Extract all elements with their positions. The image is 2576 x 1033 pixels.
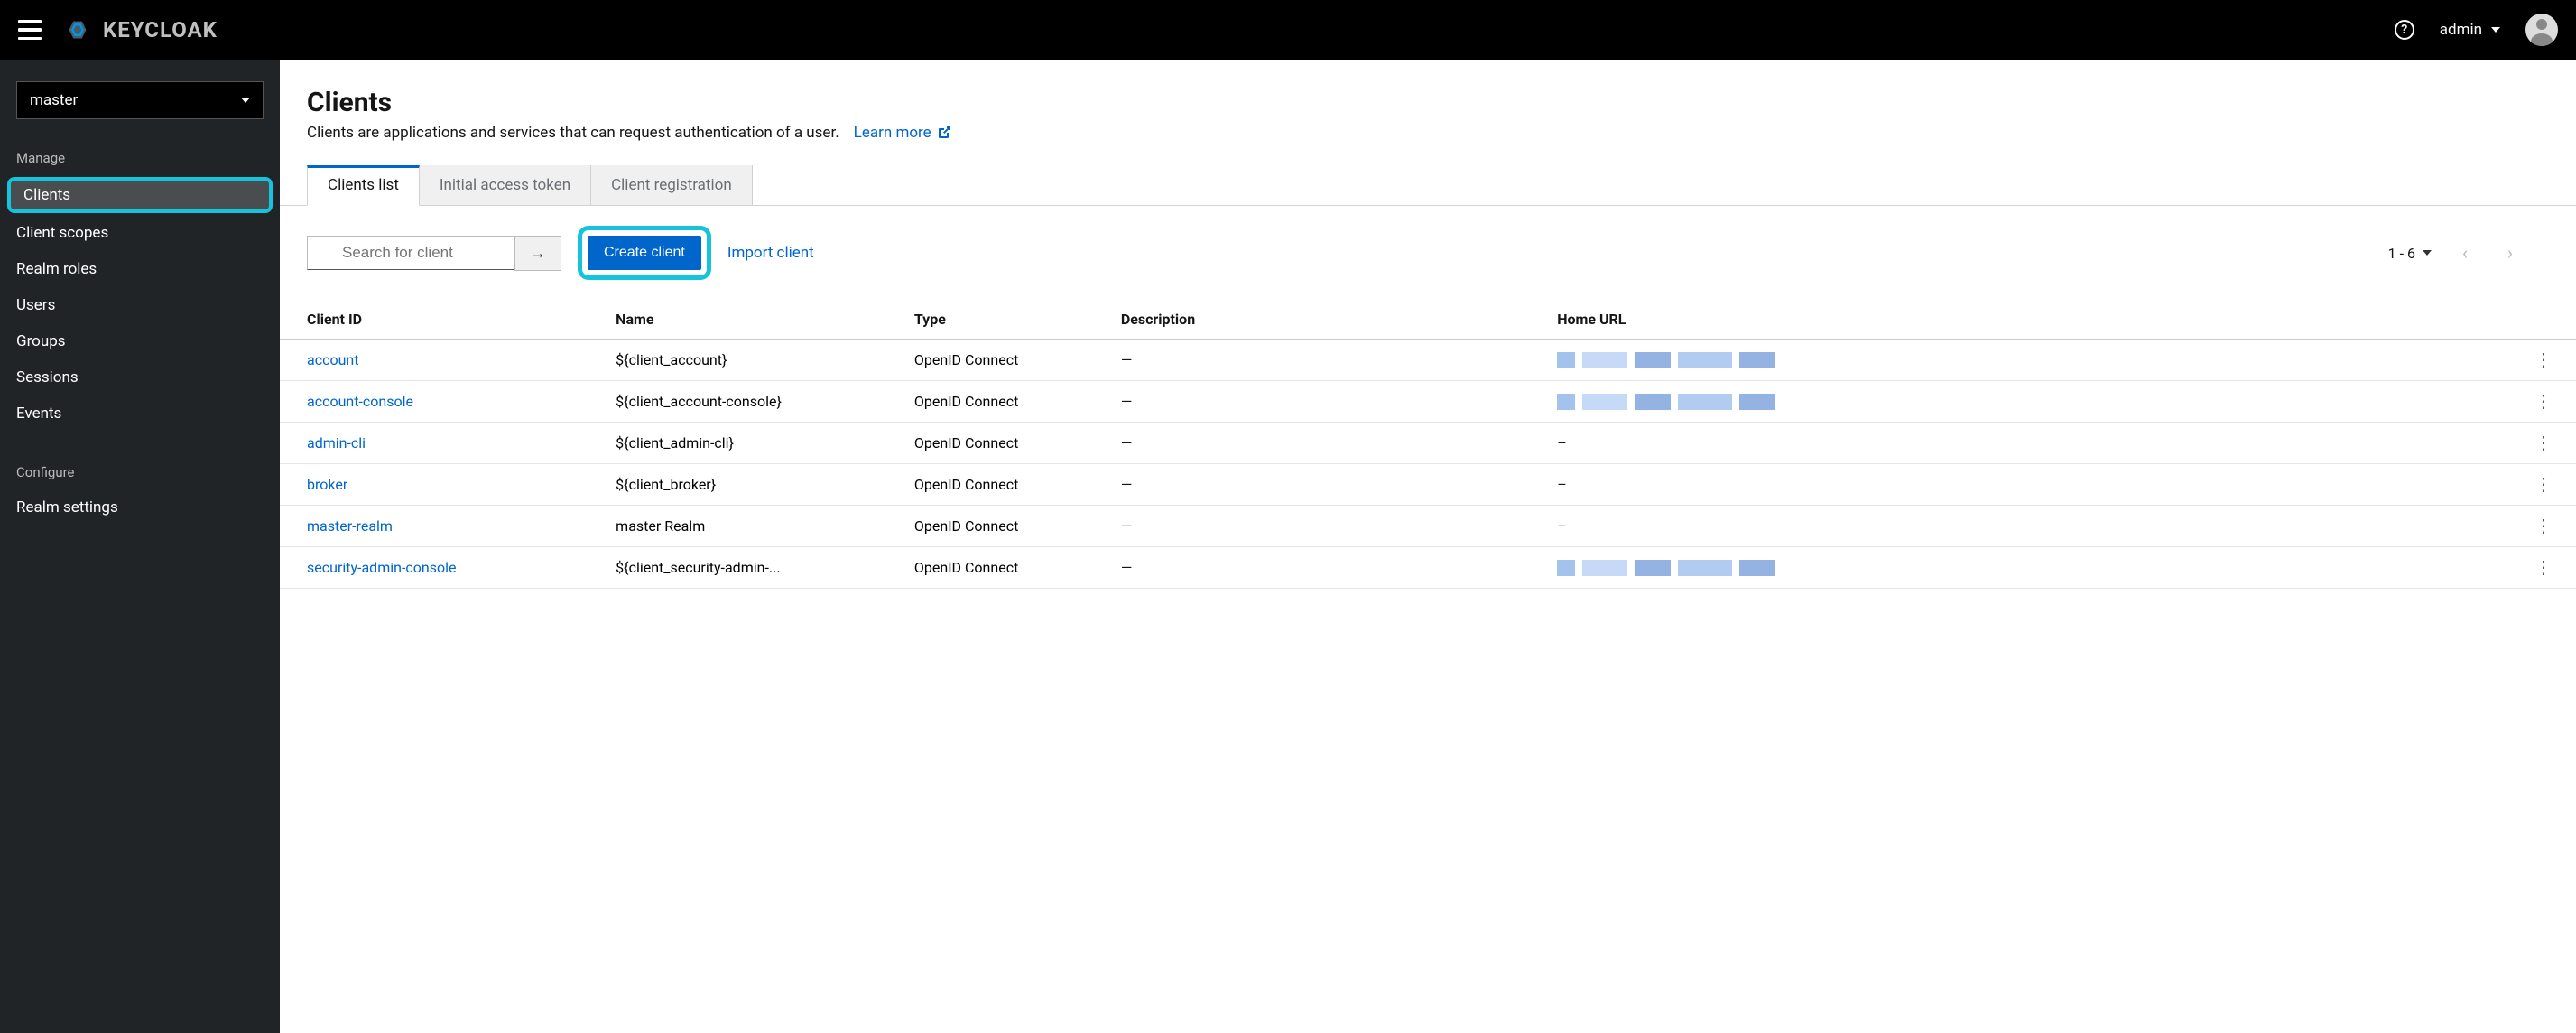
client-description: — — [1107, 423, 1543, 464]
table-row: broker ${client_broker}OpenID Connect—– ⋮ — [280, 464, 2576, 506]
create-client-button[interactable]: Create client — [588, 236, 701, 270]
client-description: — — [1107, 506, 1543, 547]
home-url-empty: – — [1557, 434, 1567, 451]
realm-name: master — [30, 91, 78, 109]
kebab-menu-icon[interactable]: ⋮ — [2525, 390, 2562, 412]
client-type: OpenID Connect — [900, 464, 1107, 506]
client-description: — — [1107, 340, 1543, 381]
client-home-url — [1543, 340, 2511, 381]
keycloak-logo-icon — [60, 12, 96, 48]
client-id-link[interactable]: account-console — [307, 393, 413, 410]
sidebar-item-client-scopes[interactable]: Client scopes — [0, 215, 280, 251]
tab-initial-access-token[interactable]: Initial access token — [420, 165, 591, 205]
client-type: OpenID Connect — [900, 381, 1107, 423]
section-label-manage: Manage — [0, 141, 280, 175]
keycloak-logo-text: KEYCLOAK — [103, 17, 218, 42]
client-name: ${client_broker} — [601, 464, 900, 506]
chevron-down-icon — [2423, 250, 2432, 256]
section-label-configure: Configure — [0, 455, 280, 489]
client-home-url — [1543, 381, 2511, 423]
arrow-right-icon: → — [530, 244, 546, 262]
col-name: Name — [601, 300, 900, 340]
page-title: Clients — [307, 87, 2549, 118]
user-name: admin — [2440, 21, 2482, 39]
toolbar: → Create client Import client 1 - 6 ‹ › — [280, 206, 2576, 300]
client-name: master Realm — [601, 506, 900, 547]
client-name: ${client_admin-cli} — [601, 423, 900, 464]
client-description: — — [1107, 547, 1543, 589]
client-id-link[interactable]: account — [307, 351, 358, 368]
col-type: Type — [900, 300, 1107, 340]
create-client-highlight: Create client — [578, 226, 711, 280]
kebab-menu-icon[interactable]: ⋮ — [2525, 473, 2562, 495]
client-type: OpenID Connect — [900, 423, 1107, 464]
search-input[interactable] — [307, 236, 514, 270]
table-row: security-admin-console ${client_security-… — [280, 547, 2576, 589]
clients-table: Client ID Name Type Description Home URL… — [280, 300, 2576, 589]
sidebar-item-events[interactable]: Events — [0, 396, 280, 432]
sidebar-item-sessions[interactable]: Sessions — [0, 359, 280, 396]
help-icon[interactable]: ? — [2395, 20, 2414, 40]
client-home-url — [1543, 547, 2511, 589]
chevron-down-icon — [241, 98, 250, 103]
avatar[interactable] — [2525, 14, 2558, 46]
client-home-url: – — [1543, 423, 2511, 464]
top-header: KEYCLOAK ? admin — [0, 0, 2576, 60]
client-type: OpenID Connect — [900, 340, 1107, 381]
client-id-link[interactable]: broker — [307, 476, 347, 493]
prev-page-icon[interactable]: ‹ — [2453, 242, 2477, 264]
client-description: — — [1107, 381, 1543, 423]
client-id-link[interactable]: security-admin-console — [307, 559, 456, 576]
sidebar-item-realm-settings[interactable]: Realm settings — [0, 489, 280, 526]
keycloak-logo[interactable]: KEYCLOAK — [60, 12, 218, 48]
tab-clients-list[interactable]: Clients list — [307, 165, 420, 206]
sidebar-item-groups[interactable]: Groups — [0, 323, 280, 359]
client-type: OpenID Connect — [900, 547, 1107, 589]
col-client-id: Client ID — [280, 300, 601, 340]
home-url-redacted — [1557, 394, 2497, 410]
client-id-link[interactable]: master-realm — [307, 517, 393, 535]
next-page-icon[interactable]: › — [2498, 242, 2522, 264]
client-type: OpenID Connect — [900, 506, 1107, 547]
sidebar: master Manage Clients Client scopes Real… — [0, 60, 280, 1033]
sidebar-item-users[interactable]: Users — [0, 287, 280, 323]
table-header-row: Client ID Name Type Description Home URL — [280, 300, 2576, 340]
chevron-down-icon — [2491, 27, 2500, 33]
client-name: ${client_security-admin-... — [601, 547, 900, 589]
home-url-redacted — [1557, 560, 2497, 576]
table-row: master-realm master RealmOpenID Connect—–… — [280, 506, 2576, 547]
home-url-empty: – — [1557, 476, 1567, 493]
tabs: Clients list Initial access token Client… — [280, 165, 2576, 206]
kebab-menu-icon[interactable]: ⋮ — [2525, 432, 2562, 453]
table-row: account-console ${client_account-console}… — [280, 381, 2576, 423]
sidebar-item-clients[interactable]: Clients — [7, 177, 273, 213]
learn-more-link[interactable]: Learn more — [854, 124, 951, 142]
search-submit-button[interactable]: → — [514, 236, 561, 271]
client-name: ${client_account-console} — [601, 381, 900, 423]
page-description: Clients are applications and services th… — [307, 124, 2549, 142]
client-id-link[interactable]: admin-cli — [307, 434, 366, 451]
kebab-menu-icon[interactable]: ⋮ — [2525, 349, 2562, 370]
client-description: — — [1107, 464, 1543, 506]
home-url-empty: – — [1557, 517, 1567, 535]
kebab-menu-icon[interactable]: ⋮ — [2525, 515, 2562, 536]
table-row: account ${client_account}OpenID Connect— ⋮ — [280, 340, 2576, 381]
hamburger-menu-icon[interactable] — [18, 20, 42, 40]
col-home-url: Home URL — [1543, 300, 2511, 340]
import-client-link[interactable]: Import client — [727, 244, 814, 262]
sidebar-item-realm-roles[interactable]: Realm roles — [0, 251, 280, 287]
table-row: admin-cli ${client_admin-cli}OpenID Conne… — [280, 423, 2576, 464]
external-link-icon — [937, 126, 951, 140]
client-home-url: – — [1543, 464, 2511, 506]
col-description: Description — [1107, 300, 1543, 340]
user-menu[interactable]: admin — [2440, 21, 2500, 39]
pagination[interactable]: 1 - 6 — [2388, 245, 2432, 262]
client-name: ${client_account} — [601, 340, 900, 381]
main-content: Clients Clients are applications and ser… — [280, 60, 2576, 1033]
realm-selector[interactable]: master — [16, 81, 264, 119]
tab-client-registration[interactable]: Client registration — [591, 165, 753, 205]
kebab-menu-icon[interactable]: ⋮ — [2525, 556, 2562, 578]
home-url-redacted — [1557, 352, 2497, 368]
client-home-url: – — [1543, 506, 2511, 547]
